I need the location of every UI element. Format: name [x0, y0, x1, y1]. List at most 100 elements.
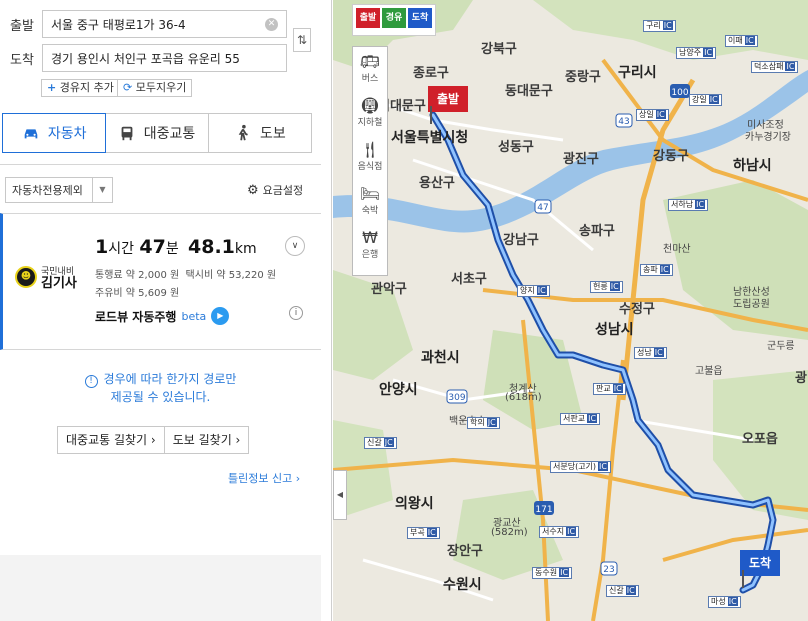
report-error-link[interactable]: 틀린정보 신고 ›: [228, 470, 300, 486]
kimgisa-badge[interactable]: ☻ 국민내비 김기사: [15, 264, 77, 290]
ic-badge[interactable]: 신갈 JC: [364, 437, 397, 449]
kimgisa-name: 김기사: [41, 276, 77, 291]
ic-badge[interactable]: 부곡 IC: [407, 527, 440, 539]
collapse-panel-icon[interactable]: ◀: [333, 470, 347, 520]
clear-all-button[interactable]: ⟳ 모두지우기: [117, 79, 193, 97]
category-bank[interactable]: ₩ 은행: [353, 223, 387, 267]
ic-badge[interactable]: 마성 IC: [708, 596, 741, 608]
transit-directions-button[interactable]: 대중교통 길찾기 ›: [57, 426, 165, 454]
ic-badge[interactable]: 양지 IC: [517, 285, 550, 297]
walk-icon: [238, 124, 248, 141]
category-bus[interactable]: 🚌︎ 버스: [353, 47, 387, 91]
ic-badge[interactable]: 동수원 IC: [532, 567, 573, 579]
walk-directions-button[interactable]: 도보 길찾기 ›: [164, 426, 250, 454]
ic-badge[interactable]: 강일 IC: [689, 94, 722, 106]
ic-name: 헌릉: [593, 282, 608, 291]
fare-settings-button[interactable]: ⚙ 요금설정: [247, 182, 303, 198]
ic-badge[interactable]: 서수지 IC: [539, 526, 580, 538]
dest-input[interactable]: 경기 용인시 처인구 포곡읍 유운리 55: [42, 44, 287, 72]
via-flag-icon[interactable]: 경유: [382, 8, 406, 28]
tab-walk[interactable]: 도보: [209, 114, 311, 152]
ic-badge[interactable]: 헌릉 IC: [590, 281, 623, 293]
duration-hours-unit: 시간: [108, 241, 134, 257]
start-flag-icon[interactable]: 출발: [356, 8, 380, 28]
info-icon[interactable]: i: [289, 306, 303, 320]
ic-suffix: IC: [559, 568, 570, 577]
beta-badge: beta: [181, 309, 207, 323]
category-lodging[interactable]: 🛏︎ 숙박: [353, 179, 387, 223]
tab-transit-label: 대중교통: [143, 126, 196, 142]
category-subway[interactable]: 🚇︎ 지하철: [353, 91, 387, 135]
tab-car[interactable]: 자동차: [2, 113, 107, 153]
duration-minutes-unit: 분: [165, 241, 179, 257]
play-icon[interactable]: ▶: [211, 307, 230, 325]
ic-badge[interactable]: 상일 IC: [636, 109, 669, 121]
ic-badge[interactable]: 성남 IC: [634, 347, 667, 359]
ic-name: 강일: [692, 95, 707, 104]
chevron-down-icon[interactable]: ∨: [285, 236, 305, 256]
road-filter-value: 자동차전용제외: [12, 184, 83, 197]
dest-flag-icon[interactable]: 도착: [408, 8, 432, 28]
ic-badge[interactable]: 신갈 IC: [606, 585, 639, 597]
ic-suffix: IC: [587, 414, 598, 423]
ic-name: 상일: [639, 110, 654, 119]
ic-badge[interactable]: 서하남 IC: [668, 199, 709, 211]
ic-badge[interactable]: 학의 JC: [467, 417, 500, 429]
road-shield-47: 47: [537, 203, 548, 213]
add-waypoint-label: 경유지 추가: [59, 81, 114, 94]
panel-footer-area: [0, 555, 321, 621]
ic-suffix: IC: [566, 527, 577, 536]
notice-line1: 경우에 따라 한가지 경로만: [103, 372, 237, 386]
add-waypoint-button[interactable]: + 경유지 추가: [41, 79, 120, 97]
roadview-autodrive-link[interactable]: 로드뷰 자동주행 beta ▶: [95, 307, 230, 325]
ic-badge[interactable]: 구리 IC: [643, 20, 676, 32]
dest-label: 도착: [10, 52, 34, 68]
ic-name: 서수지: [542, 527, 565, 536]
ic-badge[interactable]: 송파 IC: [640, 264, 673, 276]
ic-name: 서분당(고기): [553, 462, 597, 471]
map-label: 강남구: [503, 233, 539, 248]
map-label: 안양시: [379, 382, 418, 398]
ic-badge[interactable]: 서분당(고기) IC: [550, 461, 611, 473]
ic-badge[interactable]: 판교 IC: [593, 383, 626, 395]
map-category-bar: 🚌︎ 버스 🚇︎ 지하철 🍴︎ 음식점 🛏︎ 숙박 ₩ 은행: [352, 46, 388, 276]
ic-name: 남양주: [679, 48, 702, 57]
ic-name: 송파: [643, 265, 658, 274]
map-label: 관악구: [371, 282, 407, 297]
category-lodging-label: 숙박: [361, 206, 379, 216]
start-marker[interactable]: 출발: [428, 86, 468, 124]
route-result-card[interactable]: ☻ 국민내비 김기사 1시간 47분 48.1km ∨ 통행료 약 2,000 …: [0, 213, 321, 350]
route-flag-legend: 출발 경유 도착: [352, 4, 436, 36]
ic-badge[interactable]: 남양주 IC: [676, 47, 717, 59]
tab-transit[interactable]: 대중교통: [105, 114, 209, 152]
map-label: 하남시: [733, 158, 772, 174]
ic-suffix: IC: [426, 528, 437, 537]
fuel-label: 주유비: [95, 288, 123, 299]
road-filter-select[interactable]: 자동차전용제외 ▼: [5, 177, 113, 203]
bus-icon: 🚌︎: [359, 52, 381, 71]
dest-input-value: 경기 용인시 처인구 포곡읍 유운리 55: [51, 51, 240, 66]
map-label: 장안구: [447, 544, 483, 559]
map-label: 강동구: [653, 149, 689, 164]
destination-marker[interactable]: 도착: [740, 550, 780, 588]
ic-name: 이패: [728, 36, 743, 45]
start-input[interactable]: 서울 중구 태평로1가 36-4 ✕: [42, 10, 287, 38]
map-view[interactable]: 100 43 47 309 171 23 종로구 서대문구 강북구 동대문구 중…: [333, 0, 808, 621]
clear-start-icon[interactable]: ✕: [265, 17, 278, 31]
ic-badge[interactable]: 이패 IC: [725, 35, 758, 47]
ic-badge[interactable]: 덕소삼패 IC: [751, 61, 799, 73]
ic-name: 성남: [637, 348, 652, 357]
map-label: 고불읍: [695, 366, 723, 377]
map-label: 과천시: [421, 350, 460, 366]
ic-badge[interactable]: 서판교 IC: [560, 413, 601, 425]
alt-route-buttons: 대중교통 길찾기 › 도보 길찾기 ›: [57, 426, 250, 454]
map-label: 카누경기장: [745, 132, 791, 143]
kimgisa-logo-icon: ☻: [15, 266, 37, 288]
gear-icon: ⚙: [247, 182, 259, 198]
category-subway-label: 지하철: [357, 118, 383, 128]
map-label: (618m): [505, 392, 542, 403]
category-restaurant[interactable]: 🍴︎ 음식점: [353, 135, 387, 179]
car-icon: [24, 129, 38, 139]
swap-icon[interactable]: ⇅: [293, 28, 311, 52]
subway-icon: 🚇︎: [359, 96, 381, 115]
